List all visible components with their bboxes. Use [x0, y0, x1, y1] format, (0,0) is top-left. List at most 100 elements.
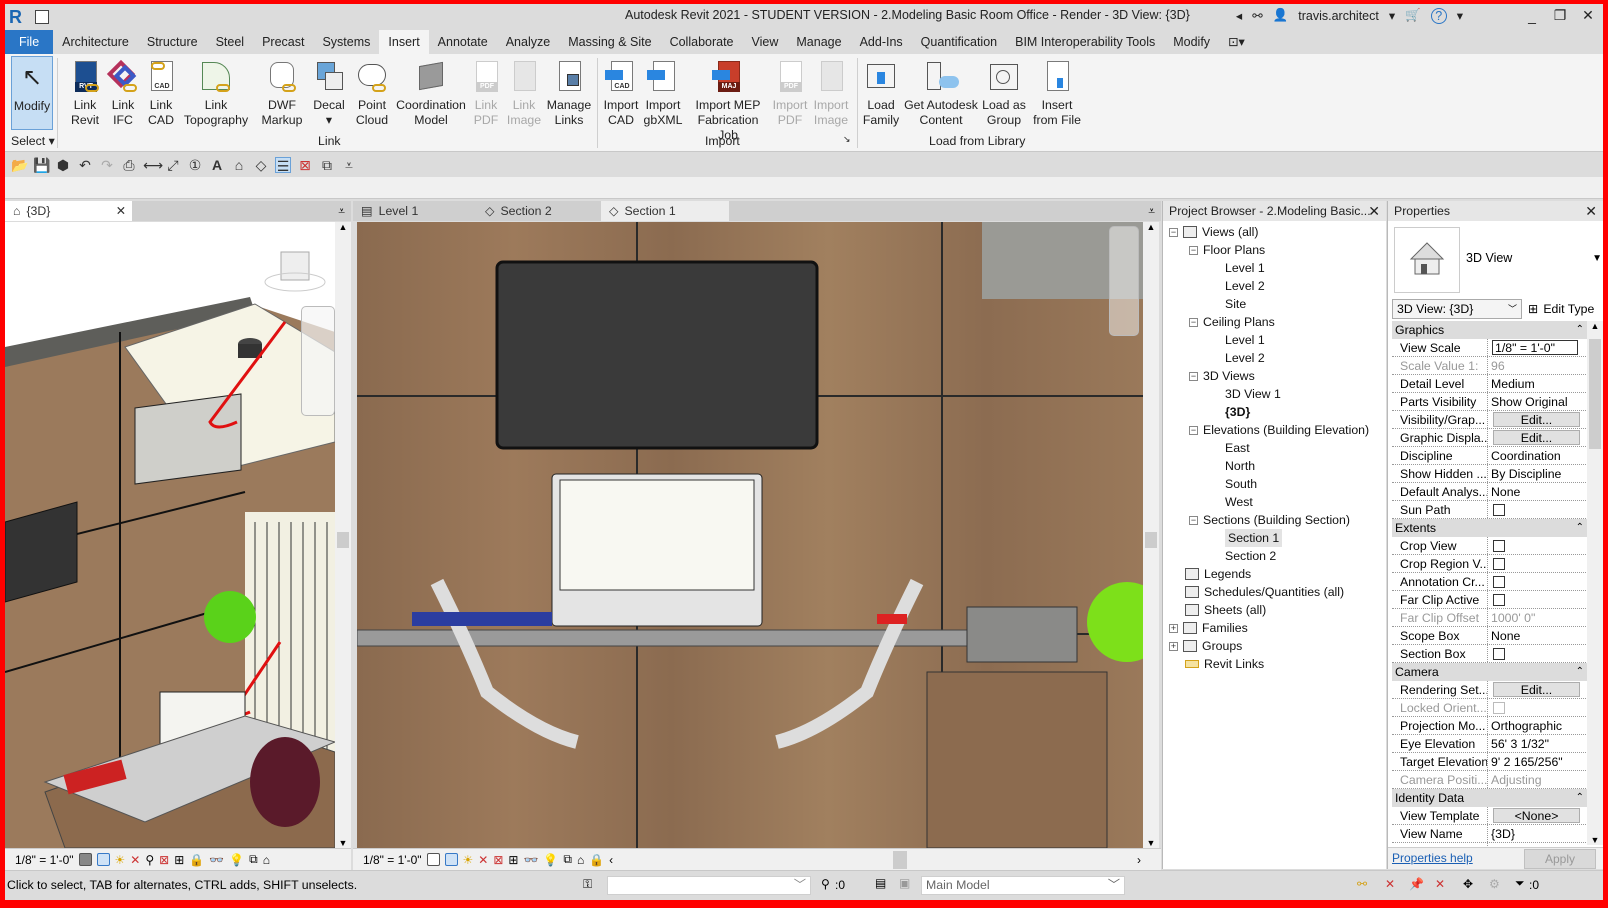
properties-scrollbar[interactable]: ▲ ▼ — [1587, 321, 1603, 845]
collapse-icon[interactable]: − — [1169, 227, 1178, 237]
tab-view[interactable]: View — [743, 30, 788, 54]
link-cad-button[interactable]: CAD Link CAD — [143, 56, 179, 128]
detail-level-icon[interactable] — [426, 853, 440, 866]
tab-3d-view[interactable]: ⌂ {3D} ✕ — [5, 201, 132, 221]
expand-icon[interactable]: + — [1169, 623, 1178, 633]
left-view-vertical-scrollbar[interactable]: ▲ ▼ — [335, 222, 351, 848]
tree-item[interactable]: Legends — [1169, 565, 1251, 583]
customize-qat-icon[interactable]: ⩡ — [341, 157, 357, 173]
collapse-category-icon[interactable]: ⌃ — [1576, 789, 1584, 807]
analytical-model-icon[interactable]: ⌂ — [577, 853, 584, 867]
apply-button[interactable]: Apply — [1524, 849, 1596, 869]
link-topography-button[interactable]: Link Topography — [181, 56, 251, 128]
thin-lines-icon[interactable]: ☰ — [275, 157, 291, 174]
show-crop-region-icon[interactable]: ⊞ — [174, 853, 184, 867]
tree-item[interactable]: + Groups — [1169, 637, 1242, 655]
collapse-category-icon[interactable]: ⌃ — [1576, 519, 1584, 537]
collapse-icon[interactable]: − — [1189, 425, 1198, 435]
collapse-arrow-icon[interactable]: ◂ — [1236, 8, 1242, 23]
link-revit-button[interactable]: RVT Link Revit — [65, 56, 105, 128]
select-links-icon[interactable]: ⚯ — [1357, 877, 1367, 891]
shadows-off-icon[interactable]: ✕ — [478, 853, 488, 867]
navigation-bar[interactable] — [301, 306, 335, 416]
tree-item[interactable]: + Families — [1169, 619, 1248, 637]
text-icon[interactable]: A — [209, 157, 225, 173]
import-image-button[interactable]: Import Image — [811, 56, 851, 128]
collapse-category-icon[interactable]: ⌃ — [1576, 663, 1584, 681]
tree-item[interactable]: East — [1225, 439, 1250, 457]
tab-steel[interactable]: Steel — [207, 30, 254, 54]
view-scale[interactable]: 1/8" = 1'-0" — [363, 853, 422, 867]
tree-item[interactable]: Schedules/Quantities (all) — [1169, 583, 1344, 601]
view-cube-icon[interactable] — [264, 251, 326, 292]
manage-links-button[interactable]: Manage Links — [545, 56, 593, 128]
detail-level-icon[interactable] — [78, 853, 92, 866]
switch-windows-icon[interactable]: ⧉ — [319, 157, 335, 173]
tree-item[interactable]: − Ceiling Plans — [1189, 313, 1275, 331]
filter-icon[interactable]: ⏷ — [1515, 876, 1525, 891]
3d-viewport[interactable] — [5, 222, 335, 848]
measure-icon[interactable]: ⟷ — [143, 157, 163, 173]
navigation-bar[interactable] — [1109, 226, 1139, 336]
property-value[interactable]: Coordination — [1488, 447, 1588, 464]
coordination-model-button[interactable]: Coordination Model — [395, 56, 467, 128]
restore-button[interactable]: ❐ — [1551, 7, 1569, 24]
property-category[interactable]: Identity Data ⌃ — [1392, 789, 1588, 807]
view-scale[interactable]: 1/8" = 1'-0" — [15, 853, 74, 867]
visual-style-icon[interactable] — [96, 853, 110, 866]
tab-modify[interactable]: Modify — [1164, 30, 1219, 54]
property-value[interactable]: 56' 3 1/32" — [1488, 735, 1588, 752]
user-dropdown-icon[interactable]: ▾ — [1389, 8, 1395, 23]
tab-analyze[interactable]: Analyze — [497, 30, 559, 54]
visual-style-icon[interactable] — [444, 853, 458, 866]
tab-list-dropdown-icon[interactable]: ⩡ — [1148, 204, 1161, 219]
get-autodesk-content-button[interactable]: Get Autodesk Content — [903, 56, 979, 128]
property-edit-button[interactable]: Edit... — [1493, 430, 1580, 445]
properties-help-link[interactable]: Properties help — [1392, 851, 1473, 865]
type-dropdown-icon[interactable]: ▼ — [1592, 253, 1602, 264]
revit-logo-icon[interactable]: R — [9, 7, 27, 27]
property-edit-button[interactable]: Edit... — [1493, 412, 1580, 427]
tab-annotate[interactable]: Annotate — [429, 30, 497, 54]
help-dropdown-icon[interactable]: ▾ — [1457, 8, 1463, 23]
ribbon-minimize-toggle[interactable]: ⊡▾ — [1219, 30, 1254, 54]
lock-3d-view-icon[interactable]: 🔒 — [189, 853, 204, 867]
search-binoculars-icon[interactable]: ⚯ — [1252, 8, 1262, 23]
tab-manage[interactable]: Manage — [787, 30, 850, 54]
tag-icon[interactable]: ① — [187, 157, 203, 173]
tree-item[interactable]: West — [1225, 493, 1253, 511]
tree-item[interactable]: Level 2 — [1225, 349, 1265, 367]
tree-item[interactable]: {3D} — [1225, 403, 1250, 421]
quick-access-icon[interactable] — [35, 9, 49, 24]
property-checkbox[interactable] — [1493, 504, 1505, 516]
tab-systems[interactable]: Systems — [313, 30, 379, 54]
tab-add-ins[interactable]: Add-Ins — [851, 30, 912, 54]
collapse-icon[interactable]: − — [1189, 317, 1198, 327]
property-checkbox[interactable] — [1493, 648, 1505, 660]
import-pdf-button[interactable]: PDF Import PDF — [771, 56, 809, 128]
temporary-hide-icon[interactable]: 👓 — [209, 853, 224, 867]
crop-view-icon[interactable]: ⊠ — [493, 853, 503, 867]
lock-icon[interactable]: 🔒 — [589, 853, 604, 867]
link-image-button[interactable]: Link Image — [505, 56, 543, 128]
property-checkbox[interactable] — [1493, 558, 1505, 570]
tab-architecture[interactable]: Architecture — [53, 30, 138, 54]
property-value[interactable]: 9' 2 165/256" — [1488, 753, 1588, 770]
tree-item[interactable]: Sheets (all) — [1169, 601, 1266, 619]
design-options-icon[interactable]: ▤ — [875, 876, 886, 890]
save-icon[interactable]: 💾 — [33, 157, 50, 173]
reveal-hidden-icon[interactable]: 💡 — [229, 853, 244, 867]
editable-only-icon[interactable]: ⚲ — [821, 877, 830, 891]
tab-level-1[interactable]: ▤ Level 1 — [353, 201, 477, 221]
property-edit-button[interactable]: Edit... — [1493, 682, 1580, 697]
property-checkbox[interactable] — [1493, 540, 1505, 552]
edit-type-button[interactable]: ⊞ Edit Type — [1528, 299, 1594, 319]
active-design-option-icon[interactable]: ▣ — [899, 876, 910, 890]
tab-list-dropdown-icon[interactable]: ⩡ — [338, 204, 351, 219]
tab-file[interactable]: File — [5, 30, 54, 54]
property-checkbox[interactable] — [1493, 594, 1505, 606]
import-mep-fabrication-button[interactable]: MAJ Import MEP Fabrication Job — [687, 56, 769, 143]
insert-from-file-button[interactable]: Insert from File — [1029, 56, 1085, 128]
tab-quantification[interactable]: Quantification — [912, 30, 1006, 54]
select-pinned-icon[interactable]: 📌 — [1409, 877, 1424, 891]
